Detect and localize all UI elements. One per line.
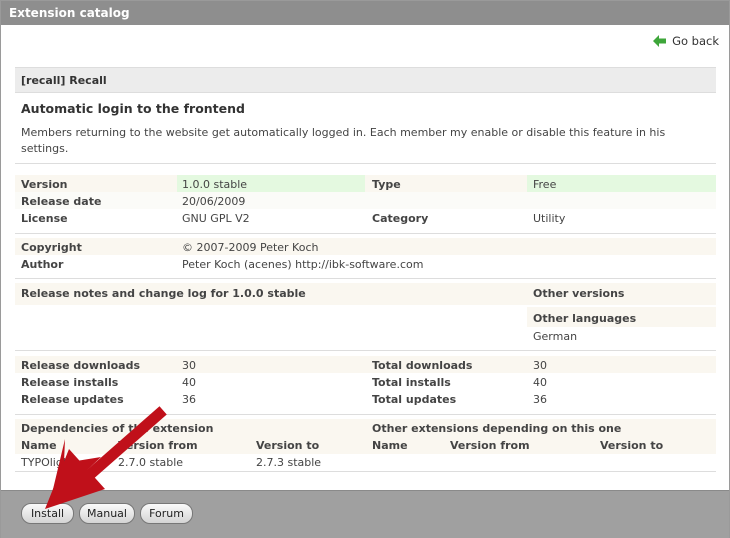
license-label: License <box>21 212 68 225</box>
total-updates-label: Total updates <box>372 393 457 406</box>
total-updates-value: 36 <box>533 393 547 406</box>
dependents-col-name: Name <box>372 439 408 452</box>
extension-catalog-window: Extension catalog Go back [recall] Recal… <box>0 0 730 538</box>
dependents-col-version-to: Version to <box>600 439 664 452</box>
version-label: Version <box>21 178 68 191</box>
divider <box>15 414 716 415</box>
total-installs-label: Total installs <box>372 376 451 389</box>
release-notes-label: Release notes and change log for 1.0.0 s… <box>21 287 306 300</box>
type-label: Type <box>372 178 401 191</box>
window-titlebar: Extension catalog <box>1 1 729 25</box>
release-installs-label: Release installs <box>21 376 119 389</box>
release-date-label: Release date <box>21 195 102 208</box>
total-installs-value: 40 <box>533 376 547 389</box>
dependents-title: Other extensions depending on this one <box>372 422 622 435</box>
author-label: Author <box>21 258 64 271</box>
dependencies-col-version-from: Version from <box>118 439 198 452</box>
other-languages-label: Other languages <box>533 312 637 325</box>
window-title: Extension catalog <box>9 6 130 20</box>
go-back-link[interactable]: Go back <box>653 34 719 48</box>
dependency-row-version-from: 2.7.0 stable <box>118 456 184 469</box>
category-label: Category <box>372 212 429 225</box>
release-downloads-value: 30 <box>182 359 196 372</box>
release-date-row-bg <box>15 192 716 209</box>
type-value: Free <box>533 178 557 191</box>
other-versions-label: Other versions <box>533 287 625 300</box>
dependencies-col-version-to: Version to <box>256 439 320 452</box>
license-value: GNU GPL V2 <box>182 212 250 225</box>
go-back-label: Go back <box>672 34 719 48</box>
extension-description: Members returning to the website get aut… <box>21 126 666 155</box>
release-updates-value: 36 <box>182 393 196 406</box>
divider <box>15 163 716 164</box>
manual-button[interactable]: Manual <box>79 503 135 524</box>
divider <box>15 471 716 472</box>
release-installs-value: 40 <box>182 376 196 389</box>
forum-button[interactable]: Forum <box>140 503 193 524</box>
release-date-value: 20/06/2009 <box>182 195 246 208</box>
dependents-col-version-from: Version from <box>450 439 530 452</box>
go-back-icon <box>653 35 667 47</box>
category-value: Utility <box>533 212 566 225</box>
dependencies-title: Dependencies of the extension <box>21 422 214 435</box>
extension-header-bar: [recall] Recall <box>15 67 716 93</box>
total-downloads-value: 30 <box>533 359 547 372</box>
extension-title: Automatic login to the frontend <box>21 101 245 116</box>
version-value: 1.0.0 stable <box>182 178 248 191</box>
dependency-row-version-to: 2.7.3 stable <box>256 456 322 469</box>
release-downloads-label: Release downloads <box>21 359 141 372</box>
copyright-row-bg <box>15 238 716 255</box>
release-updates-label: Release updates <box>21 393 124 406</box>
total-downloads-label: Total downloads <box>372 359 473 372</box>
dependency-row-name: TYPOlight <box>21 456 75 469</box>
copyright-label: Copyright <box>21 241 82 254</box>
dependencies-col-name: Name <box>21 439 57 452</box>
extension-header: [recall] Recall <box>21 74 107 87</box>
other-languages-value: German <box>533 330 578 343</box>
divider <box>15 278 716 279</box>
divider <box>15 233 716 234</box>
install-button[interactable]: Install <box>21 503 74 524</box>
divider <box>15 350 716 351</box>
author-value: Peter Koch (acenes) http://ibk-software.… <box>182 258 424 271</box>
copyright-value: © 2007-2009 Peter Koch <box>182 241 319 254</box>
